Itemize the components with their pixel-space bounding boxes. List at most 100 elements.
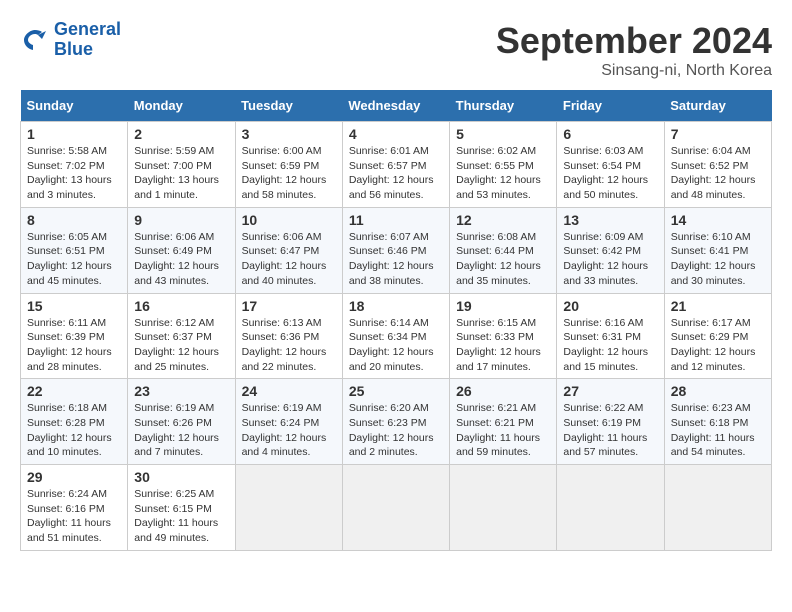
sunset-text: Sunset: 6:51 PM [27,244,121,259]
day-number: 3 [242,126,336,142]
table-row: 27 Sunrise: 6:22 AM Sunset: 6:19 PM Dayl… [557,379,664,465]
sunrise-text: Sunrise: 6:12 AM [134,316,228,331]
day-info: Sunrise: 6:07 AM Sunset: 6:46 PM Dayligh… [349,230,443,289]
table-row: 10 Sunrise: 6:06 AM Sunset: 6:47 PM Dayl… [235,207,342,293]
day-number: 1 [27,126,121,142]
daylight-text: Daylight: 12 hours and 2 minutes. [349,431,443,460]
daylight-text: Daylight: 12 hours and 17 minutes. [456,345,550,374]
sunset-text: Sunset: 6:37 PM [134,330,228,345]
table-row: 30 Sunrise: 6:25 AM Sunset: 6:15 PM Dayl… [128,465,235,551]
day-info: Sunrise: 6:12 AM Sunset: 6:37 PM Dayligh… [134,316,228,375]
calendar-week-3: 15 Sunrise: 6:11 AM Sunset: 6:39 PM Dayl… [21,293,772,379]
daylight-text: Daylight: 12 hours and 10 minutes. [27,431,121,460]
daylight-text: Daylight: 12 hours and 15 minutes. [563,345,657,374]
daylight-text: Daylight: 12 hours and 40 minutes. [242,259,336,288]
daylight-text: Daylight: 11 hours and 59 minutes. [456,431,550,460]
col-sunday: Sunday [21,90,128,122]
table-row: 24 Sunrise: 6:19 AM Sunset: 6:24 PM Dayl… [235,379,342,465]
daylight-text: Daylight: 13 hours and 3 minutes. [27,173,121,202]
daylight-text: Daylight: 12 hours and 38 minutes. [349,259,443,288]
day-info: Sunrise: 6:00 AM Sunset: 6:59 PM Dayligh… [242,144,336,203]
sunrise-text: Sunrise: 6:08 AM [456,230,550,245]
daylight-text: Daylight: 12 hours and 43 minutes. [134,259,228,288]
logo-text: General Blue [54,20,121,60]
daylight-text: Daylight: 12 hours and 45 minutes. [27,259,121,288]
sunset-text: Sunset: 6:59 PM [242,159,336,174]
table-row: 21 Sunrise: 6:17 AM Sunset: 6:29 PM Dayl… [664,293,771,379]
daylight-text: Daylight: 12 hours and 20 minutes. [349,345,443,374]
day-number: 5 [456,126,550,142]
day-number: 12 [456,212,550,228]
day-info: Sunrise: 6:14 AM Sunset: 6:34 PM Dayligh… [349,316,443,375]
daylight-text: Daylight: 12 hours and 28 minutes. [27,345,121,374]
sunset-text: Sunset: 6:15 PM [134,502,228,517]
sunrise-text: Sunrise: 6:00 AM [242,144,336,159]
sunset-text: Sunset: 6:44 PM [456,244,550,259]
sunset-text: Sunset: 6:42 PM [563,244,657,259]
sunrise-text: Sunrise: 6:06 AM [242,230,336,245]
logo-icon [20,25,50,55]
day-info: Sunrise: 6:20 AM Sunset: 6:23 PM Dayligh… [349,401,443,460]
day-info: Sunrise: 5:59 AM Sunset: 7:00 PM Dayligh… [134,144,228,203]
table-row: 12 Sunrise: 6:08 AM Sunset: 6:44 PM Dayl… [450,207,557,293]
calendar-table: Sunday Monday Tuesday Wednesday Thursday… [20,90,772,551]
col-tuesday: Tuesday [235,90,342,122]
month-title: September 2024 [496,20,772,62]
table-row: 29 Sunrise: 6:24 AM Sunset: 6:16 PM Dayl… [21,465,128,551]
col-friday: Friday [557,90,664,122]
sunset-text: Sunset: 6:33 PM [456,330,550,345]
sunset-text: Sunset: 6:26 PM [134,416,228,431]
day-number: 29 [27,469,121,485]
sunset-text: Sunset: 6:49 PM [134,244,228,259]
daylight-text: Daylight: 11 hours and 51 minutes. [27,516,121,545]
table-row [664,465,771,551]
day-info: Sunrise: 6:22 AM Sunset: 6:19 PM Dayligh… [563,401,657,460]
sunrise-text: Sunrise: 6:14 AM [349,316,443,331]
sunrise-text: Sunrise: 6:04 AM [671,144,765,159]
table-row: 4 Sunrise: 6:01 AM Sunset: 6:57 PM Dayli… [342,122,449,208]
sunset-text: Sunset: 7:00 PM [134,159,228,174]
sunset-text: Sunset: 6:24 PM [242,416,336,431]
day-info: Sunrise: 6:24 AM Sunset: 6:16 PM Dayligh… [27,487,121,546]
sunset-text: Sunset: 6:31 PM [563,330,657,345]
col-monday: Monday [128,90,235,122]
table-row [342,465,449,551]
day-info: Sunrise: 6:06 AM Sunset: 6:47 PM Dayligh… [242,230,336,289]
sunset-text: Sunset: 6:18 PM [671,416,765,431]
daylight-text: Daylight: 12 hours and 12 minutes. [671,345,765,374]
sunrise-text: Sunrise: 6:07 AM [349,230,443,245]
day-number: 2 [134,126,228,142]
table-row [235,465,342,551]
day-number: 8 [27,212,121,228]
table-row: 23 Sunrise: 6:19 AM Sunset: 6:26 PM Dayl… [128,379,235,465]
day-info: Sunrise: 6:11 AM Sunset: 6:39 PM Dayligh… [27,316,121,375]
sunset-text: Sunset: 7:02 PM [27,159,121,174]
sunset-text: Sunset: 6:57 PM [349,159,443,174]
day-number: 11 [349,212,443,228]
day-number: 10 [242,212,336,228]
sunrise-text: Sunrise: 5:59 AM [134,144,228,159]
table-row: 3 Sunrise: 6:00 AM Sunset: 6:59 PM Dayli… [235,122,342,208]
sunrise-text: Sunrise: 6:18 AM [27,401,121,416]
day-number: 9 [134,212,228,228]
sunset-text: Sunset: 6:52 PM [671,159,765,174]
sunset-text: Sunset: 6:23 PM [349,416,443,431]
sunrise-text: Sunrise: 6:19 AM [134,401,228,416]
sunrise-text: Sunrise: 6:10 AM [671,230,765,245]
sunset-text: Sunset: 6:28 PM [27,416,121,431]
day-number: 24 [242,383,336,399]
table-row [450,465,557,551]
day-info: Sunrise: 6:02 AM Sunset: 6:55 PM Dayligh… [456,144,550,203]
day-number: 16 [134,298,228,314]
table-row: 26 Sunrise: 6:21 AM Sunset: 6:21 PM Dayl… [450,379,557,465]
header-row: Sunday Monday Tuesday Wednesday Thursday… [21,90,772,122]
sunrise-text: Sunrise: 6:19 AM [242,401,336,416]
daylight-text: Daylight: 11 hours and 49 minutes. [134,516,228,545]
sunrise-text: Sunrise: 6:02 AM [456,144,550,159]
table-row: 1 Sunrise: 5:58 AM Sunset: 7:02 PM Dayli… [21,122,128,208]
sunset-text: Sunset: 6:21 PM [456,416,550,431]
daylight-text: Daylight: 12 hours and 30 minutes. [671,259,765,288]
day-info: Sunrise: 6:13 AM Sunset: 6:36 PM Dayligh… [242,316,336,375]
sunrise-text: Sunrise: 6:17 AM [671,316,765,331]
location: Sinsang-ni, North Korea [496,62,772,80]
